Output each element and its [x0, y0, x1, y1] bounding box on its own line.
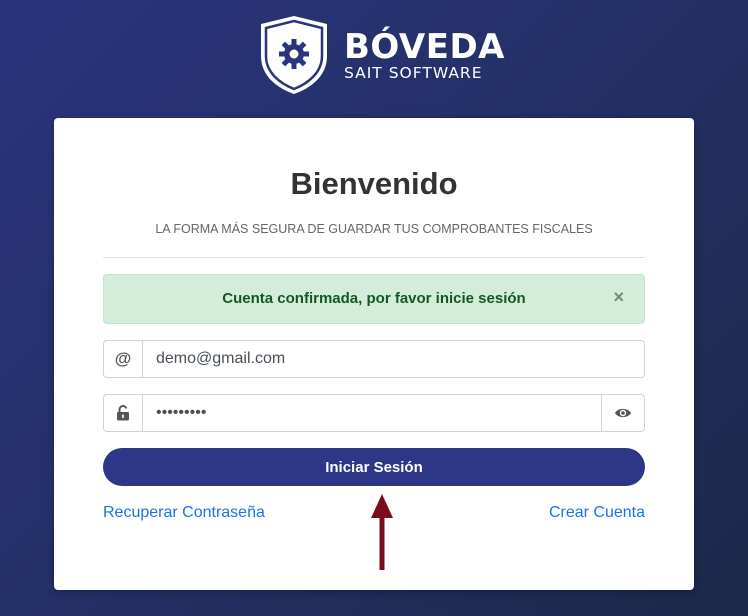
- recover-password-link[interactable]: Recuperar Contraseña: [103, 504, 265, 522]
- unlock-icon: [104, 395, 143, 431]
- brand-tagline: SAIT SOFTWARE: [344, 64, 483, 82]
- eye-icon[interactable]: [601, 395, 644, 431]
- divider: [103, 257, 645, 258]
- brand-name: BÓVEDA: [344, 27, 505, 67]
- page-title: Bienvenido: [290, 166, 458, 201]
- success-alert: Cuenta confirmada, por favor inicie sesi…: [103, 274, 645, 324]
- password-field[interactable]: [142, 395, 602, 431]
- at-icon: @: [104, 341, 143, 377]
- brand-logo: BÓVEDA SAIT SOFTWARE: [258, 14, 504, 96]
- alert-message: Cuenta confirmada, por favor inicie sesi…: [222, 290, 526, 307]
- create-account-link[interactable]: Crear Cuenta: [549, 504, 645, 522]
- shield-gear-icon: [261, 16, 327, 94]
- email-input-group: @: [103, 340, 645, 378]
- page-subtitle: LA FORMA MÁS SEGURA DE GUARDAR TUS COMPR…: [155, 222, 593, 236]
- login-button[interactable]: Iniciar Sesión: [103, 448, 645, 486]
- password-input-group: [103, 394, 645, 432]
- alert-close-button[interactable]: ×: [613, 288, 624, 306]
- email-field[interactable]: [142, 341, 644, 377]
- up-arrow-icon: [371, 494, 393, 570]
